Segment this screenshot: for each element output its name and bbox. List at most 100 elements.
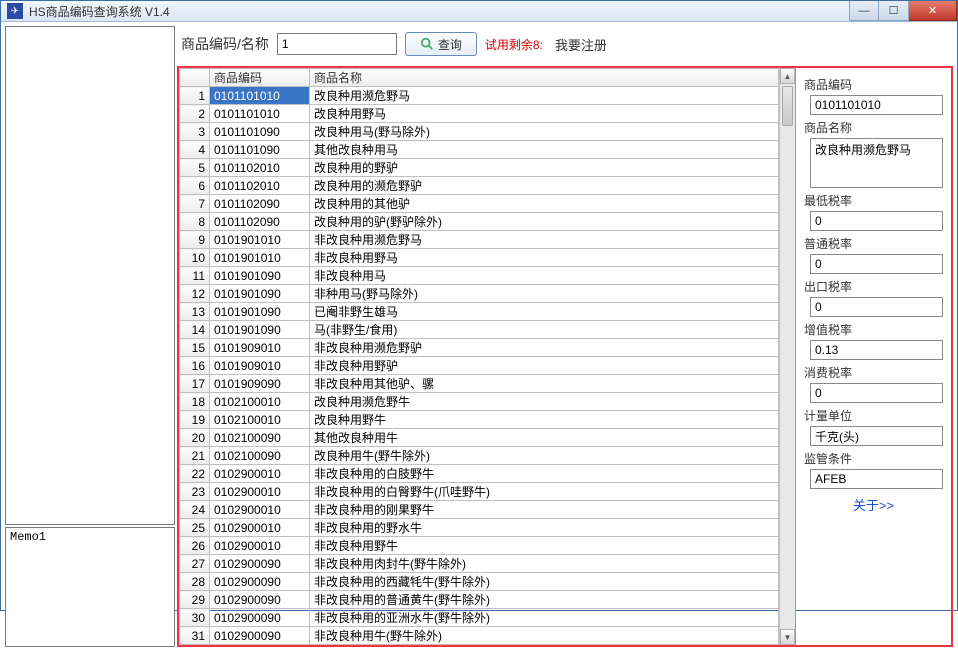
- cell-code[interactable]: 0101102010: [210, 159, 310, 177]
- search-input[interactable]: [277, 33, 397, 55]
- cell-code[interactable]: 0102100010: [210, 393, 310, 411]
- cell-code[interactable]: 0102900090: [210, 591, 310, 609]
- close-button[interactable]: ✕: [909, 1, 957, 21]
- table-row[interactable]: 190102100010改良种用野牛: [180, 411, 779, 429]
- cell-name[interactable]: 改良种用牛(野牛除外): [310, 447, 779, 465]
- cell-name[interactable]: 改良种用濒危野马: [310, 87, 779, 105]
- about-link[interactable]: 关于>>: [804, 495, 943, 514]
- detail-exportrate-value[interactable]: [810, 297, 943, 317]
- cell-name[interactable]: 非改良种用的白肢野牛: [310, 465, 779, 483]
- table-row[interactable]: 70101102090改良种用的其他驴: [180, 195, 779, 213]
- table-row[interactable]: 170101909090非改良种用其他驴、骡: [180, 375, 779, 393]
- cell-code[interactable]: 0101901090: [210, 267, 310, 285]
- table-row[interactable]: 10101101010改良种用濒危野马: [180, 87, 779, 105]
- cell-name[interactable]: 非改良种用的刚果野牛: [310, 501, 779, 519]
- scroll-thumb[interactable]: [782, 86, 793, 126]
- cell-name[interactable]: 非改良种用野驴: [310, 357, 779, 375]
- cell-code[interactable]: 0101909010: [210, 357, 310, 375]
- table-row[interactable]: 180102100010改良种用濒危野牛: [180, 393, 779, 411]
- cell-name[interactable]: 改良种用马(野马除外): [310, 123, 779, 141]
- table-row[interactable]: 290102900090非改良种用的普通黄牛(野牛除外): [180, 591, 779, 609]
- cell-name[interactable]: 非改良种用的野水牛: [310, 519, 779, 537]
- cell-name[interactable]: 非改良种用其他驴、骡: [310, 375, 779, 393]
- cell-code[interactable]: 0101102090: [210, 213, 310, 231]
- table-row[interactable]: 120101901090非种用马(野马除外): [180, 285, 779, 303]
- cell-code[interactable]: 0102900090: [210, 627, 310, 645]
- cell-name[interactable]: 非种用马(野马除外): [310, 285, 779, 303]
- detail-minrate-value[interactable]: [810, 211, 943, 231]
- cell-name[interactable]: 非改良种用的西藏牦牛(野牛除外): [310, 573, 779, 591]
- table-row[interactable]: 310102900090非改良种用牛(野牛除外): [180, 627, 779, 645]
- cell-name[interactable]: 改良种用濒危野牛: [310, 393, 779, 411]
- cell-code[interactable]: 0101901090: [210, 303, 310, 321]
- cell-code[interactable]: 0101901090: [210, 285, 310, 303]
- search-button[interactable]: 查询: [405, 32, 477, 56]
- cell-code[interactable]: 0102900090: [210, 609, 310, 627]
- cell-code[interactable]: 0101901010: [210, 231, 310, 249]
- col-rownum[interactable]: [180, 69, 210, 87]
- tree-panel[interactable]: [5, 26, 175, 525]
- cell-name[interactable]: 非改良种用野马: [310, 249, 779, 267]
- grid-body[interactable]: 商品编码 商品名称 10101101010改良种用濒危野马20101101010…: [179, 68, 779, 645]
- memo-panel[interactable]: Memo1: [5, 527, 175, 647]
- cell-code[interactable]: 0102900010: [210, 537, 310, 555]
- cell-code[interactable]: 0101101010: [210, 87, 310, 105]
- table-row[interactable]: 200102100090其他改良种用牛: [180, 429, 779, 447]
- cell-code[interactable]: 0102900010: [210, 501, 310, 519]
- cell-code[interactable]: 0102900090: [210, 573, 310, 591]
- table-row[interactable]: 270102900090非改良种用肉封牛(野牛除外): [180, 555, 779, 573]
- table-row[interactable]: 30101101090改良种用马(野马除外): [180, 123, 779, 141]
- cell-name[interactable]: 非改良种用濒危野马: [310, 231, 779, 249]
- cell-name[interactable]: 非改良种用野牛: [310, 537, 779, 555]
- cell-name[interactable]: 其他改良种用马: [310, 141, 779, 159]
- detail-normalrate-value[interactable]: [810, 254, 943, 274]
- table-row[interactable]: 90101901010非改良种用濒危野马: [180, 231, 779, 249]
- cell-name[interactable]: 非改良种用的普通黄牛(野牛除外): [310, 591, 779, 609]
- table-row[interactable]: 40101101090其他改良种用马: [180, 141, 779, 159]
- table-row[interactable]: 110101901090非改良种用马: [180, 267, 779, 285]
- table-row[interactable]: 280102900090非改良种用的西藏牦牛(野牛除外): [180, 573, 779, 591]
- cell-name[interactable]: 改良种用的野驴: [310, 159, 779, 177]
- detail-name-value[interactable]: [810, 138, 943, 188]
- col-code[interactable]: 商品编码: [210, 69, 310, 87]
- scroll-down-button[interactable]: ▼: [780, 629, 795, 645]
- cell-code[interactable]: 0101101090: [210, 123, 310, 141]
- cell-name[interactable]: 改良种用的驴(野驴除外): [310, 213, 779, 231]
- cell-name[interactable]: 改良种用野马: [310, 105, 779, 123]
- table-row[interactable]: 60101102010改良种用的濒危野驴: [180, 177, 779, 195]
- table-row[interactable]: 80101102090改良种用的驴(野驴除外): [180, 213, 779, 231]
- cell-name[interactable]: 其他改良种用牛: [310, 429, 779, 447]
- table-row[interactable]: 130101901090已阉非野生雄马: [180, 303, 779, 321]
- cell-code[interactable]: 0101909090: [210, 375, 310, 393]
- maximize-button[interactable]: ☐: [879, 1, 909, 21]
- table-row[interactable]: 100101901010非改良种用野马: [180, 249, 779, 267]
- table-row[interactable]: 210102100090改良种用牛(野牛除外): [180, 447, 779, 465]
- cell-name[interactable]: 改良种用野牛: [310, 411, 779, 429]
- table-row[interactable]: 140101901090马(非野生/食用): [180, 321, 779, 339]
- titlebar[interactable]: ✈ HS商品编码查询系统 V1.4 — ☐ ✕: [1, 1, 957, 22]
- detail-supervise-value[interactable]: [810, 469, 943, 489]
- table-row[interactable]: 160101909010非改良种用野驴: [180, 357, 779, 375]
- table-row[interactable]: 250102900010非改良种用的野水牛: [180, 519, 779, 537]
- table-row[interactable]: 220102900010非改良种用的白肢野牛: [180, 465, 779, 483]
- cell-code[interactable]: 0101901090: [210, 321, 310, 339]
- cell-code[interactable]: 0101101090: [210, 141, 310, 159]
- cell-name[interactable]: 非改良种用马: [310, 267, 779, 285]
- detail-code-value[interactable]: [810, 95, 943, 115]
- cell-name[interactable]: 非改良种用的白臀野牛(爪哇野牛): [310, 483, 779, 501]
- table-row[interactable]: 50101102010改良种用的野驴: [180, 159, 779, 177]
- cell-name[interactable]: 马(非野生/食用): [310, 321, 779, 339]
- detail-vat-value[interactable]: [810, 340, 943, 360]
- cell-code[interactable]: 0102100090: [210, 429, 310, 447]
- cell-name[interactable]: 改良种用的其他驴: [310, 195, 779, 213]
- table-row[interactable]: 240102900010非改良种用的刚果野牛: [180, 501, 779, 519]
- cell-code[interactable]: 0102900010: [210, 465, 310, 483]
- cell-name[interactable]: 非改良种用的亚洲水牛(野牛除外): [310, 609, 779, 627]
- cell-code[interactable]: 0101101010: [210, 105, 310, 123]
- cell-code[interactable]: 0101102090: [210, 195, 310, 213]
- col-name[interactable]: 商品名称: [310, 69, 779, 87]
- cell-name[interactable]: 非改良种用牛(野牛除外): [310, 627, 779, 645]
- cell-code[interactable]: 0102100010: [210, 411, 310, 429]
- table-row[interactable]: 300102900090非改良种用的亚洲水牛(野牛除外): [180, 609, 779, 627]
- table-row[interactable]: 150101909010非改良种用濒危野驴: [180, 339, 779, 357]
